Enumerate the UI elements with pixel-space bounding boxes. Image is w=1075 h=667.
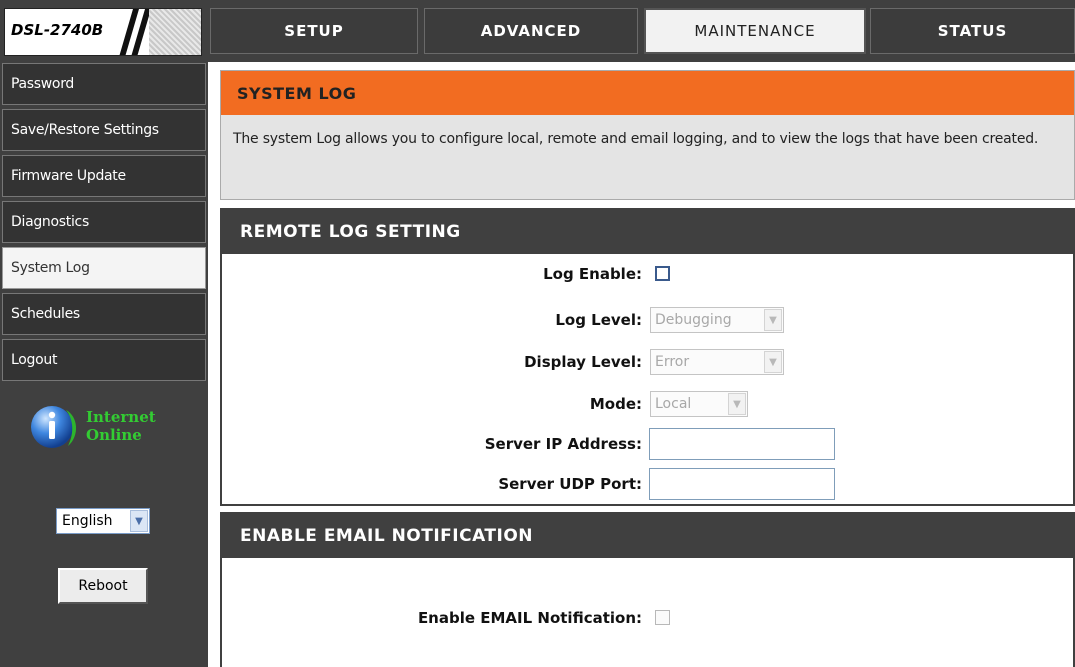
mode-select[interactable]: Local ▼ — [650, 391, 748, 417]
mode-row: Mode: Local ▼ — [222, 386, 1073, 422]
sidebar-item-logout[interactable]: Logout — [2, 339, 206, 381]
log-level-label: Log Level: — [555, 311, 642, 329]
server-ip-label: Server IP Address: — [484, 435, 642, 453]
log-enable-row: Log Enable: — [222, 256, 1073, 292]
email-notification-section: ENABLE EMAIL NOTIFICATION Enable EMAIL N… — [220, 512, 1075, 667]
tab-status[interactable]: STATUS — [870, 8, 1075, 54]
slash-decoration-icon — [119, 9, 149, 55]
server-ip-row: Server IP Address: — [222, 426, 1073, 462]
server-ip-input[interactable] — [649, 428, 835, 460]
display-level-label: Display Level: — [524, 353, 642, 371]
language-select[interactable]: English ▼ — [56, 508, 150, 534]
email-enable-row: Enable EMAIL Notification: — [222, 600, 1073, 636]
reboot-button[interactable]: Reboot — [58, 568, 148, 604]
tab-setup[interactable]: SETUP — [210, 8, 418, 54]
model-logo: DSL-2740B — [4, 8, 202, 56]
internet-status-line1: Internet — [86, 408, 156, 426]
sidebar-item-firmware-update[interactable]: Firmware Update — [2, 155, 206, 197]
remote-log-section: REMOTE LOG SETTING Log Enable: Log Level… — [220, 208, 1075, 506]
internet-status-text: Internet Online — [86, 408, 156, 444]
system-log-section: SYSTEM LOG The system Log allows you to … — [220, 70, 1075, 200]
email-enable-checkbox[interactable] — [655, 610, 670, 625]
system-log-title: SYSTEM LOG — [221, 71, 1074, 115]
mode-label: Mode: — [589, 395, 642, 413]
system-log-description: The system Log allows you to configure l… — [233, 131, 1039, 147]
mode-value: Local — [655, 396, 692, 412]
tab-maintenance[interactable]: MAINTENANCE — [644, 8, 866, 54]
sidebar-item-save-restore-settings[interactable]: Save/Restore Settings — [2, 109, 206, 151]
log-level-row: Log Level: Debugging ▼ — [222, 302, 1073, 338]
internet-status: Internet Online — [30, 402, 190, 472]
chevron-down-icon[interactable]: ▼ — [764, 351, 782, 373]
top-navigation-bar: DSL-2740B SETUP ADVANCED MAINTENANCE STA… — [0, 0, 1075, 62]
sidebar-item-diagnostics[interactable]: Diagnostics — [2, 201, 206, 243]
model-name: DSL-2740B — [11, 21, 104, 39]
hatch-decoration — [149, 9, 201, 55]
sidebar-item-system-log[interactable]: System Log — [2, 247, 206, 289]
chevron-down-icon[interactable]: ▼ — [130, 510, 148, 532]
display-level-row: Display Level: Error ▼ — [222, 344, 1073, 380]
main-content: SYSTEM LOG The system Log allows you to … — [208, 62, 1075, 667]
tab-advanced[interactable]: ADVANCED — [424, 8, 638, 54]
email-enable-label: Enable EMAIL Notification: — [417, 609, 642, 627]
server-port-input[interactable] — [649, 468, 835, 500]
display-level-select[interactable]: Error ▼ — [650, 349, 784, 375]
log-level-select[interactable]: Debugging ▼ — [650, 307, 784, 333]
internet-status-line2: Online — [86, 426, 142, 444]
chevron-down-icon[interactable]: ▼ — [728, 393, 746, 415]
display-level-value: Error — [655, 354, 690, 370]
log-level-value: Debugging — [655, 312, 732, 328]
server-port-row: Server UDP Port: — [222, 466, 1073, 502]
sidebar: Password Save/Restore Settings Firmware … — [0, 62, 208, 667]
language-value: English — [62, 513, 113, 529]
chevron-down-icon[interactable]: ▼ — [764, 309, 782, 331]
sidebar-item-schedules[interactable]: Schedules — [2, 293, 206, 335]
log-enable-label: Log Enable: — [543, 265, 642, 283]
sidebar-item-password[interactable]: Password — [2, 63, 206, 105]
email-notification-title: ENABLE EMAIL NOTIFICATION — [222, 514, 1073, 558]
log-enable-checkbox[interactable] — [655, 266, 670, 281]
info-globe-icon — [31, 406, 77, 448]
server-port-label: Server UDP Port: — [498, 475, 642, 493]
remote-log-title: REMOTE LOG SETTING — [222, 210, 1073, 254]
